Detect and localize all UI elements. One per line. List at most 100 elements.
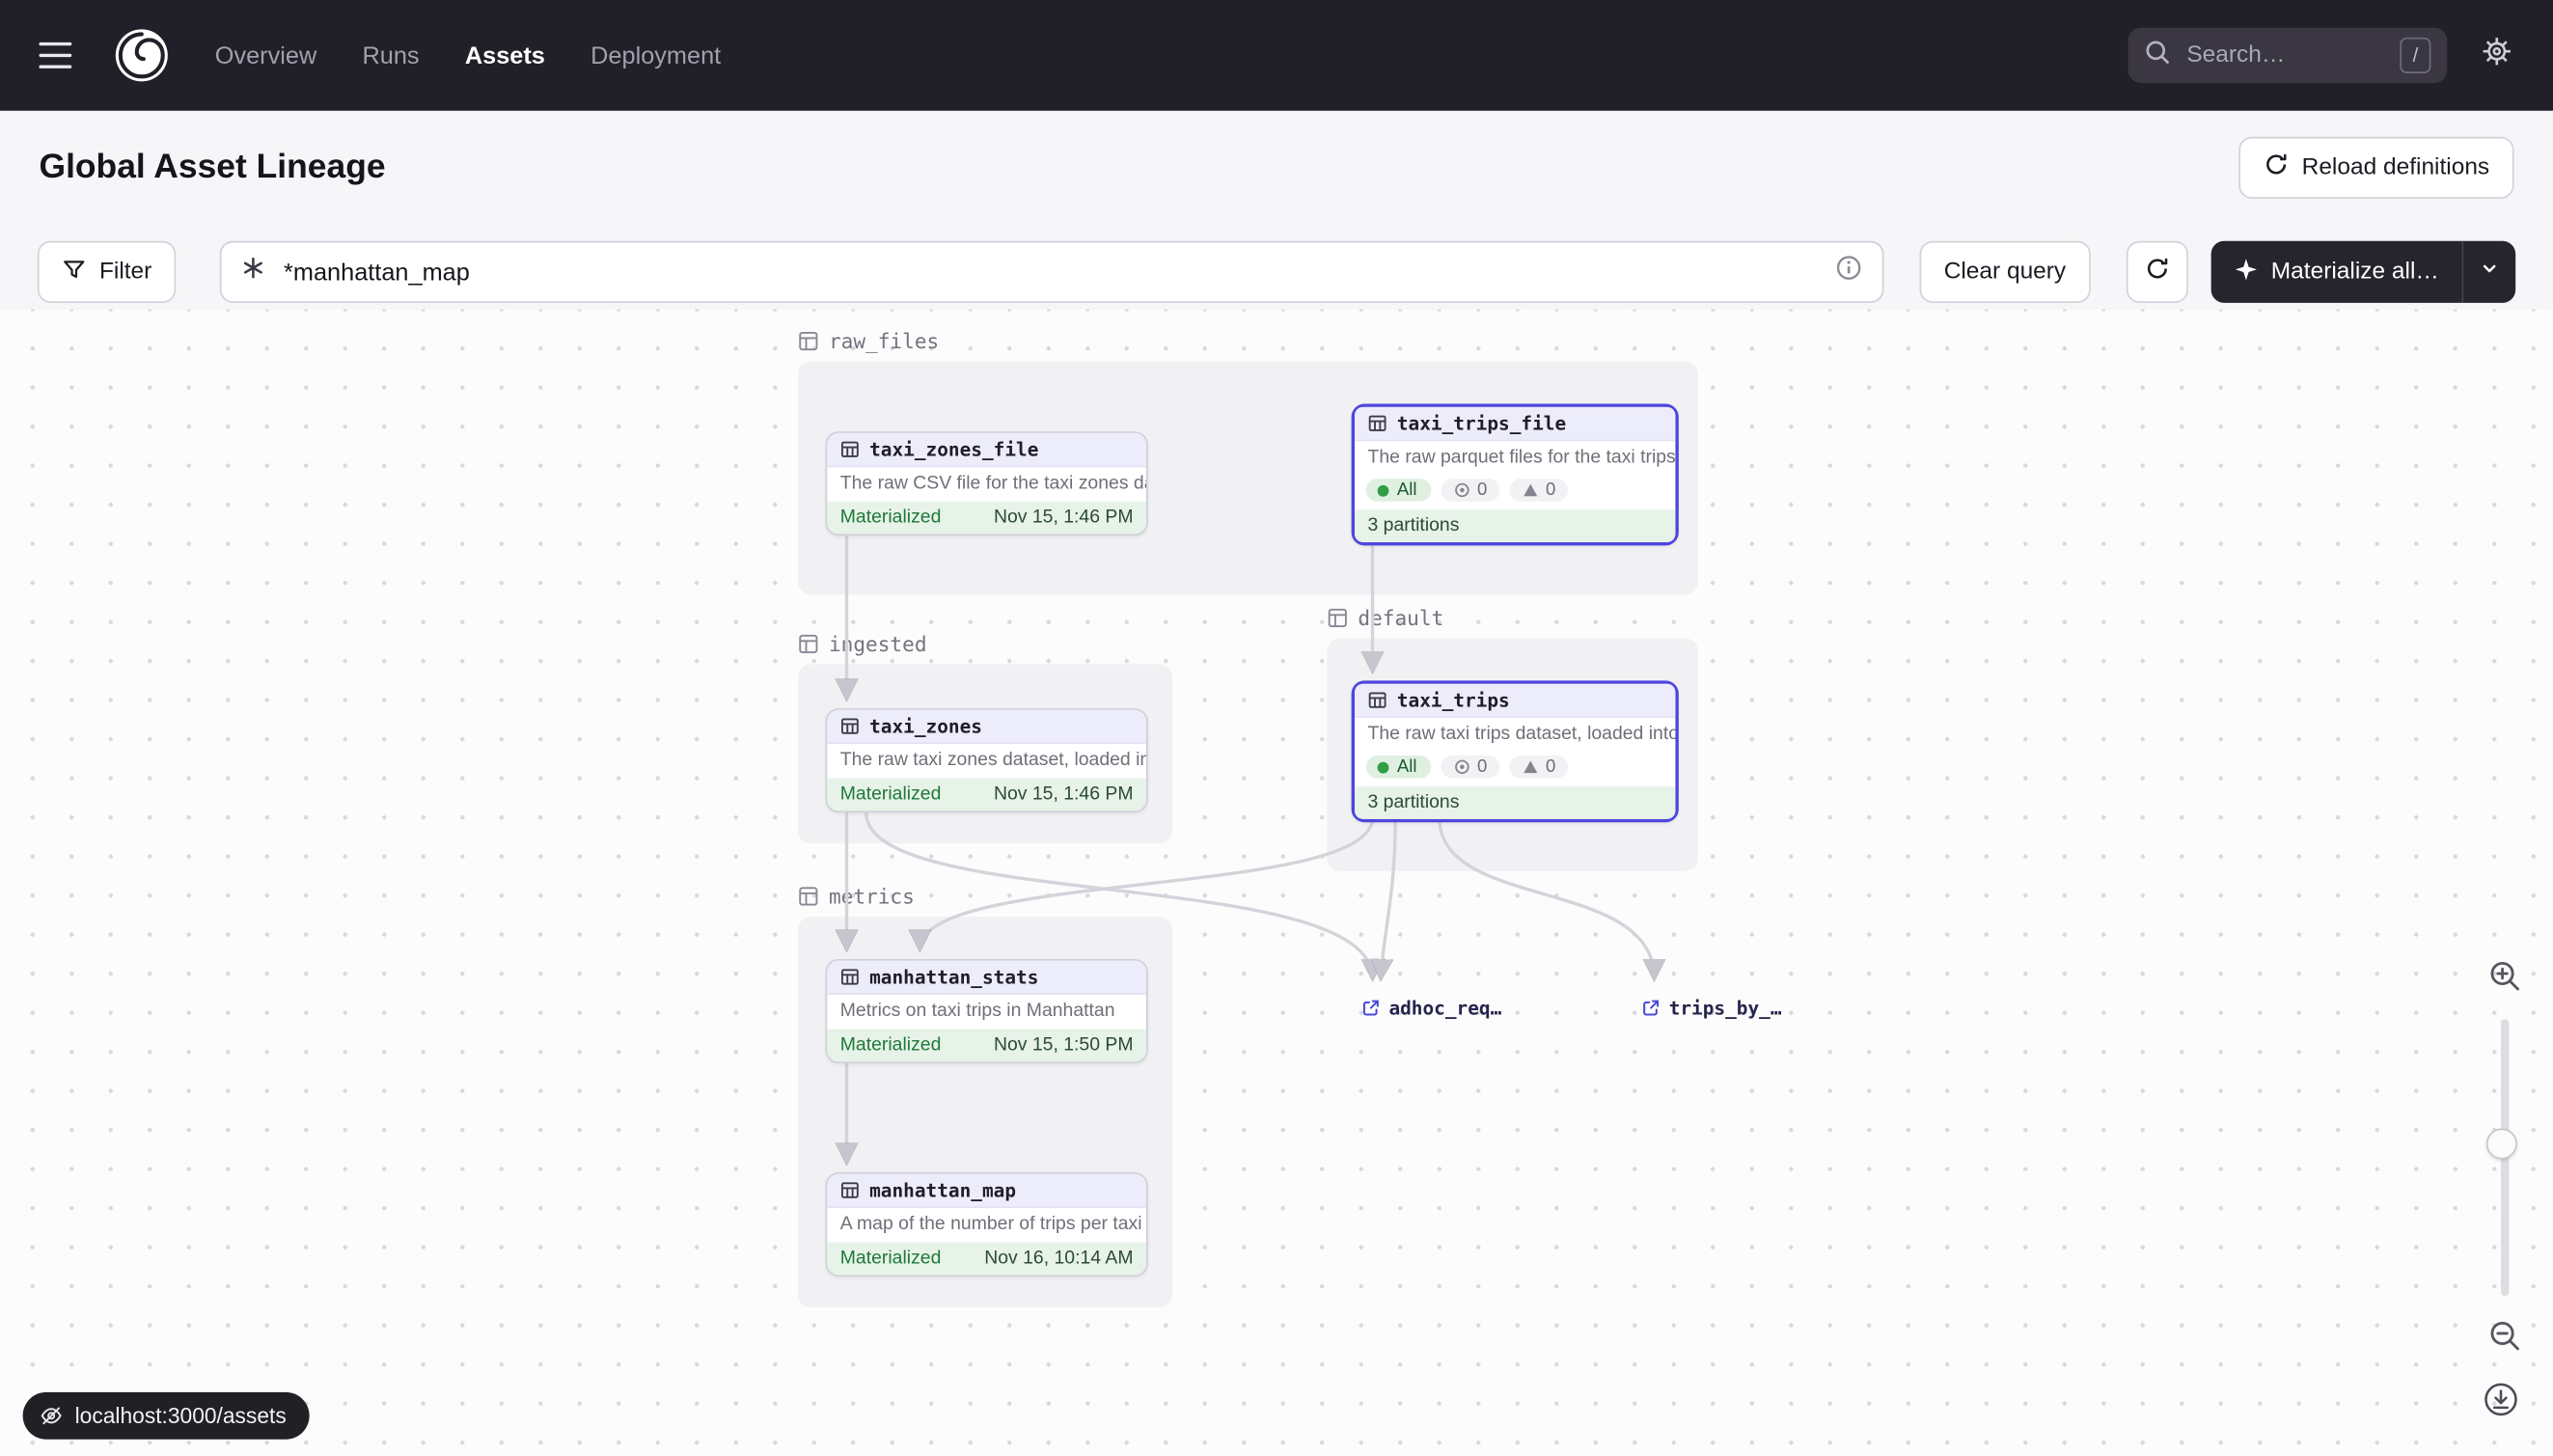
materialized-timestamp: Nov 16, 10:14 AM <box>984 1249 1133 1268</box>
eye-off-icon <box>40 1404 64 1428</box>
gear-icon[interactable] <box>2480 34 2513 76</box>
group-name: raw_files <box>829 329 939 353</box>
asset-name: manhattan_map <box>869 1179 1016 1202</box>
info-icon[interactable] <box>1835 254 1863 289</box>
group-label-ingested[interactable]: ingested <box>798 632 927 656</box>
asset-node-header: taxi_zones <box>827 710 1146 744</box>
external-link-icon <box>1641 998 1661 1017</box>
filter-button-label: Filter <box>99 259 151 285</box>
refresh-graph-button[interactable] <box>2127 241 2188 303</box>
asset-node-header: taxi_trips_file <box>1355 407 1675 441</box>
page-header: Global Asset Lineage Reload definitions <box>0 111 2553 225</box>
asset-name: taxi_zones <box>869 715 982 738</box>
asset-name: manhattan_stats <box>869 966 1038 989</box>
asset-node-manhattan-map[interactable]: manhattan_map A map of the number of tri… <box>826 1172 1148 1277</box>
clear-query-button[interactable]: Clear query <box>1919 241 2090 303</box>
partition-health-row: All 0 0 <box>1355 476 1675 509</box>
green-dot-icon <box>1378 484 1389 496</box>
group-name: metrics <box>829 884 915 908</box>
asset-node-taxi-zones-file[interactable]: taxi_zones_file The raw CSV file for the… <box>826 431 1148 536</box>
main-nav: Overview Runs Assets Deployment <box>215 41 721 69</box>
navbar-right: / <box>2128 28 2514 83</box>
asset-description: The raw taxi zones dataset, loaded int… <box>827 744 1146 778</box>
filter-button[interactable]: Filter <box>38 241 177 303</box>
materialized-label: Materialized <box>840 784 942 804</box>
nav-runs[interactable]: Runs <box>362 41 419 69</box>
materialized-timestamp: Nov 15, 1:46 PM <box>994 784 1134 804</box>
group-name: default <box>1358 606 1443 630</box>
group-name: ingested <box>829 632 927 656</box>
materialized-timestamp: Nov 15, 1:50 PM <box>994 1035 1134 1055</box>
menu-icon[interactable] <box>40 36 79 75</box>
nav-assets[interactable]: Assets <box>465 41 545 69</box>
zoom-out-button[interactable] <box>2484 1316 2524 1356</box>
partitions-count-row: 3 partitions <box>1355 786 1675 819</box>
asset-node-taxi-zones[interactable]: taxi_zones The raw taxi zones dataset, l… <box>826 708 1148 812</box>
global-search[interactable]: / <box>2128 28 2448 83</box>
materialize-dropdown-button[interactable] <box>2462 241 2516 303</box>
page-title: Global Asset Lineage <box>40 149 386 188</box>
materialized-label: Materialized <box>840 1035 942 1055</box>
zoom-in-button[interactable] <box>2484 956 2524 996</box>
materialize-all-label: Materialize all… <box>2271 259 2439 285</box>
refresh-icon <box>2144 256 2170 288</box>
sparkle-icon <box>2234 257 2258 288</box>
asset-selection-input[interactable] <box>220 241 1883 303</box>
materialized-label: Materialized <box>840 508 942 528</box>
asset-node-manhattan-stats[interactable]: manhattan_stats Metrics on taxi trips in… <box>826 959 1148 1063</box>
reload-definitions-button[interactable]: Reload definitions <box>2238 137 2514 199</box>
nav-deployment[interactable]: Deployment <box>590 41 721 69</box>
green-dot-icon <box>1378 761 1389 773</box>
asset-name: taxi_zones_file <box>869 438 1038 461</box>
partitions-all-badge: All <box>1366 479 1432 502</box>
asset-node-header: manhattan_map <box>827 1174 1146 1208</box>
asset-description: The raw parquet files for the taxi trips… <box>1355 441 1675 475</box>
asset-status-row: Materialized Nov 15, 1:46 PM <box>827 502 1146 535</box>
materialized-label: Materialized <box>840 1249 942 1268</box>
search-icon <box>2144 39 2170 72</box>
asset-description: The raw CSV file for the taxi zones dat… <box>827 467 1146 501</box>
asset-node-header: taxi_zones_file <box>827 433 1146 467</box>
lineage-toolbar: Filter Clear query Materialize all <box>0 237 2553 306</box>
asset-description: Metrics on taxi trips in Manhattan <box>827 995 1146 1029</box>
top-navbar: Overview Runs Assets Deployment / <box>0 0 2553 111</box>
failed-partitions-badge: 0 <box>1441 479 1500 502</box>
app-screen: Overview Runs Assets Deployment / <box>0 0 2553 1456</box>
asset-node-header: manhattan_stats <box>827 961 1146 995</box>
external-asset-name: adhoc_req… <box>1388 997 1501 1020</box>
browser-status-bubble: localhost:3000/assets <box>23 1392 310 1440</box>
asset-status-row: Materialized Nov 15, 1:46 PM <box>827 779 1146 811</box>
materialize-split-button: Materialize all… <box>2210 241 2515 303</box>
group-label-default[interactable]: default <box>1327 606 1443 630</box>
external-asset-name: trips_by_… <box>1669 997 1782 1020</box>
external-link-icon <box>1361 998 1381 1017</box>
clear-query-label: Clear query <box>1944 259 2066 285</box>
group-label-raw-files[interactable]: raw_files <box>798 329 939 353</box>
asset-description: The raw taxi trips dataset, loaded into … <box>1355 718 1675 752</box>
reload-definitions-label: Reload definitions <box>2302 154 2490 180</box>
asset-name: taxi_trips <box>1397 689 1510 712</box>
download-view-button[interactable] <box>2482 1379 2521 1418</box>
zoom-slider-handle[interactable] <box>2486 1128 2517 1159</box>
refresh-icon <box>2263 151 2289 184</box>
search-input[interactable] <box>2183 41 2387 69</box>
asset-node-taxi-trips[interactable]: taxi_trips The raw taxi trips dataset, l… <box>1352 680 1679 822</box>
status-url: localhost:3000/assets <box>75 1404 287 1428</box>
group-label-metrics[interactable]: metrics <box>798 884 915 908</box>
asset-name: taxi_trips_file <box>1397 412 1566 435</box>
filter-funnel-icon <box>62 257 86 288</box>
external-asset-adhoc-request[interactable]: adhoc_req… <box>1361 997 1502 1020</box>
asset-node-taxi-trips-file[interactable]: taxi_trips_file The raw parquet files fo… <box>1352 404 1679 546</box>
search-shortcut-badge: / <box>2400 38 2430 73</box>
nav-overview[interactable]: Overview <box>215 41 316 69</box>
partition-health-row: All 0 0 <box>1355 753 1675 786</box>
partitions-all-badge: All <box>1366 755 1432 779</box>
dagster-logo-icon[interactable] <box>114 26 173 85</box>
asset-query-input[interactable] <box>281 257 1821 288</box>
missing-partitions-badge: 0 <box>1510 755 1569 779</box>
external-asset-trips-by[interactable]: trips_by_… <box>1641 997 1782 1020</box>
asset-node-header: taxi_trips <box>1355 684 1675 718</box>
chevron-down-icon <box>2480 258 2499 287</box>
partitions-count-row: 3 partitions <box>1355 509 1675 542</box>
materialize-all-button[interactable]: Materialize all… <box>2210 241 2461 303</box>
